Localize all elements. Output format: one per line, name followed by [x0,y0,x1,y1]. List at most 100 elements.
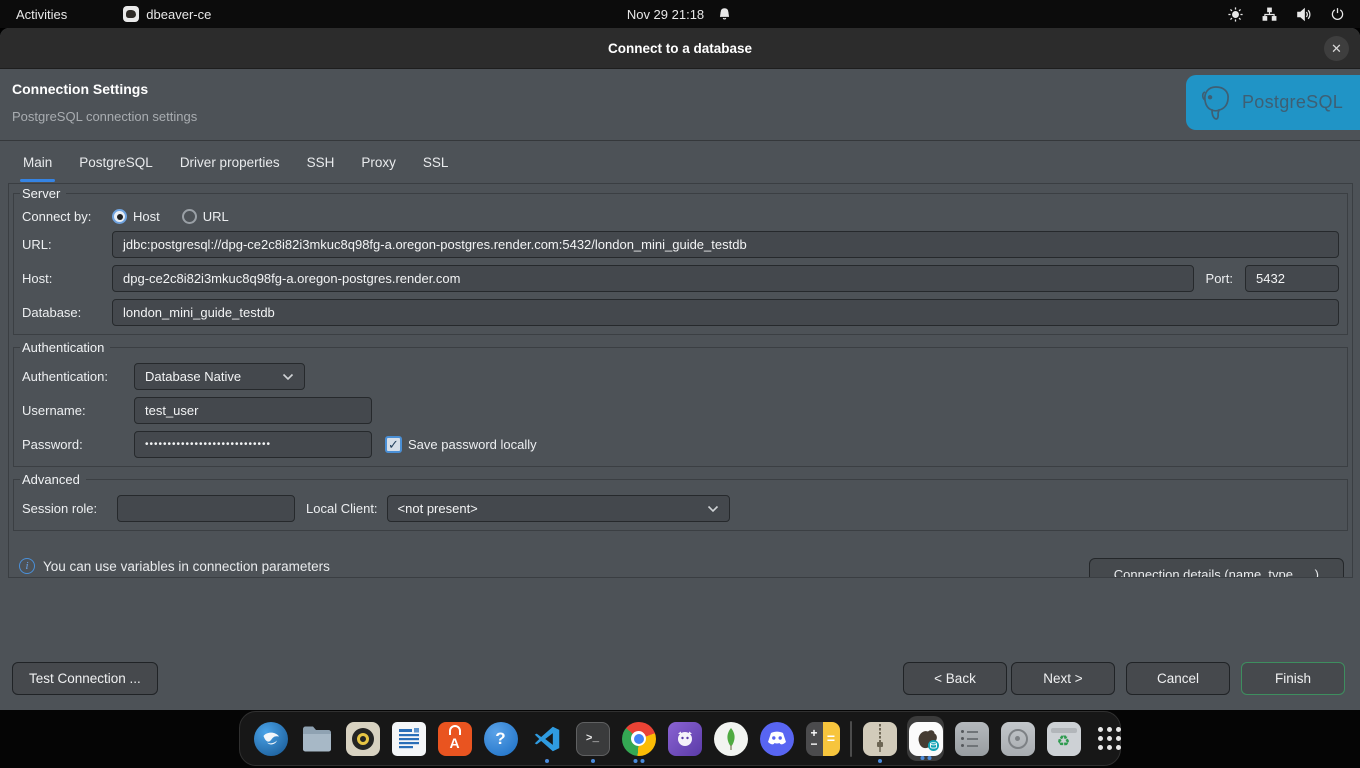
postgresql-banner-label: PostgreSQL [1242,92,1343,113]
info-row: i You can use variables in connection pa… [19,556,1344,578]
host-label: Host: [22,271,112,286]
ubuntu-software-icon[interactable]: A [436,713,473,764]
next-button[interactable]: Next > [1011,662,1115,695]
mongodb-compass-icon[interactable] [712,713,749,764]
chevron-down-icon [282,373,294,381]
url-radio[interactable] [182,209,197,224]
network-icon [1261,6,1278,23]
archive-manager-icon[interactable] [861,713,898,764]
files-icon[interactable] [298,713,335,764]
local-client-selected-value: <not present> [398,501,478,516]
trash-icon[interactable]: ♻ [1045,713,1082,764]
tab-postgresql[interactable]: PostgreSQL [76,141,156,183]
authentication-selected-value: Database Native [145,369,241,384]
thunderbird-icon[interactable] [252,713,289,764]
url-row: URL: jdbc:postgresql://dpg-ce2c8i82i3mku… [22,231,1339,258]
advanced-row: Session role: Local Client: <not present… [22,495,1339,522]
dialog-title: Connect to a database [608,41,752,56]
connect-by-row: Connect by: Host URL [22,209,1339,224]
activities-button[interactable]: Activities [16,7,67,22]
settings-app-icon[interactable] [953,713,990,764]
postgresql-banner: PostgreSQL [1186,75,1360,130]
cancel-button[interactable]: Cancel [1126,662,1230,695]
save-password-checkbox[interactable]: ✓ [385,436,402,453]
page-title: Connection Settings [12,81,148,97]
url-label: URL: [22,237,112,252]
password-label: Password: [22,437,134,452]
dbeaver-app-icon [123,6,139,22]
tab-ssh[interactable]: SSH [304,141,338,183]
dialog-footer: Test Connection ... < Back Next > Cancel… [12,662,1345,695]
chevron-down-icon [707,505,719,513]
brightness-icon [1227,6,1244,23]
url-input[interactable]: jdbc:postgresql://dpg-ce2c8i82i3mkuc8q98… [112,231,1339,258]
terminal-icon[interactable]: >_ [574,713,611,764]
database-input[interactable]: london_mini_guide_testdb [112,299,1339,326]
desktop-bottom-strip: A ? >_ [0,710,1360,768]
port-input[interactable]: 5432 [1245,265,1339,292]
chrome-icon[interactable] [620,713,657,764]
host-radio-label[interactable]: Host [133,209,160,224]
app-grid-icon[interactable] [1091,713,1128,764]
vscode-icon[interactable] [528,713,565,764]
connect-by-label: Connect by: [22,209,112,224]
connection-details-button[interactable]: Connection details (name, type, ... ) [1089,558,1344,578]
connect-dialog-window: Connect to a database ✕ Connection Setti… [0,28,1360,710]
authentication-label: Authentication: [22,369,134,384]
port-label: Port: [1206,271,1233,286]
database-label: Database: [22,305,112,320]
username-label: Username: [22,403,134,418]
rhythmbox-icon[interactable] [344,713,381,764]
focused-app-indicator[interactable]: dbeaver-ce [123,6,211,22]
password-input[interactable]: •••••••••••••••••••••••••••• [134,431,372,458]
tab-driver-properties[interactable]: Driver properties [177,141,283,183]
local-client-select[interactable]: <not present> [387,495,730,522]
host-input[interactable]: dpg-ce2c8i82i3mkuc8q98fg-a.oregon-postgr… [112,265,1194,292]
authentication-select[interactable]: Database Native [134,363,305,390]
test-connection-button[interactable]: Test Connection ... [12,662,158,695]
finish-button[interactable]: Finish [1241,662,1345,695]
discord-icon[interactable] [758,713,795,764]
tab-proxy[interactable]: Proxy [358,141,399,183]
auth-type-row: Authentication: Database Native [22,363,1339,390]
clock[interactable]: Nov 29 21:18 [627,7,704,22]
advanced-group-legend: Advanced [20,472,86,487]
save-password-label[interactable]: Save password locally [408,437,537,452]
bell-icon [716,6,733,23]
server-group: Server Connect by: Host URL URL: jdbc:po… [13,186,1348,335]
main-tab-content: Server Connect by: Host URL URL: jdbc:po… [8,183,1353,578]
dock-separator [850,721,852,757]
session-role-label: Session role: [22,501,117,516]
libreoffice-writer-icon[interactable] [390,713,427,764]
local-client-label: Local Client: [306,501,378,516]
help-icon[interactable]: ? [482,713,519,764]
authentication-group-legend: Authentication [20,340,110,355]
close-icon[interactable]: ✕ [1324,36,1349,61]
host-radio[interactable] [112,209,127,224]
tab-ssl[interactable]: SSL [420,141,452,183]
disks-icon[interactable] [999,713,1036,764]
dock: A ? >_ [239,711,1121,766]
calculator-icon[interactable]: +− = [804,713,841,764]
gnome-top-bar: Activities dbeaver-ce Nov 29 21:18 [0,0,1360,28]
postgresql-elephant-icon [1196,82,1236,124]
focused-app-name: dbeaver-ce [146,7,211,22]
volume-icon [1295,6,1312,23]
tab-main[interactable]: Main [20,141,55,183]
page-subtitle: PostgreSQL connection settings [12,109,197,124]
power-icon [1329,6,1346,23]
url-radio-label[interactable]: URL [203,209,229,224]
session-role-input[interactable] [117,495,295,522]
wizard-header: Connection Settings PostgreSQL connectio… [0,69,1360,141]
username-input[interactable]: test_user [134,397,372,424]
back-button[interactable]: < Back [903,662,1007,695]
system-status-area[interactable] [1227,6,1346,23]
github-desktop-icon[interactable] [666,713,703,764]
advanced-group: Advanced Session role: Local Client: <no… [13,472,1348,531]
settings-tabs: Main PostgreSQL Driver properties SSH Pr… [0,141,1360,183]
dbeaver-icon[interactable] [907,716,944,761]
password-row: Password: •••••••••••••••••••••••••••• ✓… [22,431,1339,458]
server-group-legend: Server [20,186,66,201]
info-icon: i [19,558,35,574]
dialog-titlebar[interactable]: Connect to a database ✕ [0,28,1360,69]
